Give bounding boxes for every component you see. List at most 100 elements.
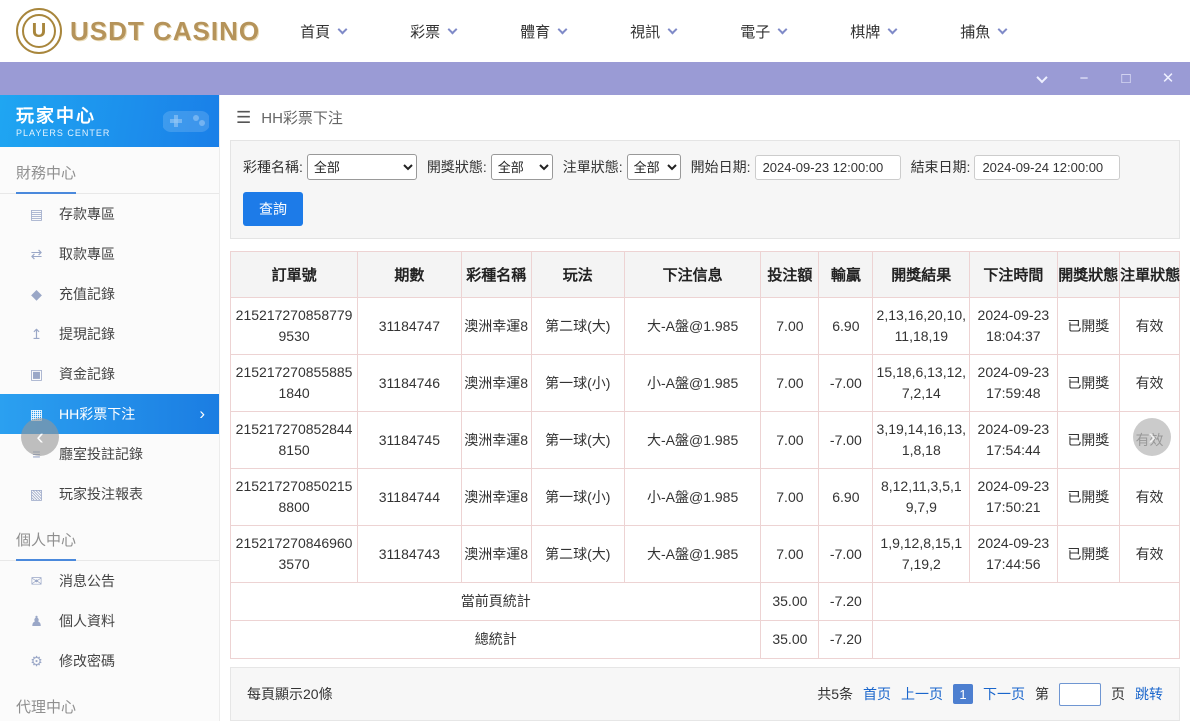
gamepad-icon xyxy=(163,106,209,136)
nav-item-home[interactable]: 首頁 xyxy=(300,21,346,42)
start-date-input[interactable] xyxy=(755,155,901,180)
prev-page-link[interactable]: 上一页 xyxy=(901,684,943,704)
column-header: 彩種名稱 xyxy=(461,252,531,298)
table-cell: -7.00 xyxy=(819,355,873,412)
sidebar-item-profile[interactable]: ♟個人資料 xyxy=(0,601,219,641)
sidebar-item-label: 資金記錄 xyxy=(59,364,115,384)
nav-item-sports[interactable]: 體育 xyxy=(520,21,566,42)
sidebar-item-withdraw-zone[interactable]: ⇄取款專區 xyxy=(0,234,219,274)
sidebar-section-title: 代理中心 xyxy=(0,681,219,721)
current-page[interactable]: 1 xyxy=(953,684,973,704)
draw-status-select[interactable]: 全部 xyxy=(491,154,553,180)
collapse-sidebar-button[interactable]: ‹ xyxy=(21,418,59,456)
sidebar-item-deposit-zone[interactable]: ▤ 存款專區 xyxy=(0,194,219,234)
sidebar-item-label: 存款專區 xyxy=(59,204,115,224)
sidebar-section-title: 個人中心 xyxy=(0,514,219,561)
order-status-label: 注單狀態: xyxy=(563,157,623,177)
end-date-input[interactable] xyxy=(974,155,1120,180)
column-header: 下注時間 xyxy=(970,252,1057,298)
logo-icon: U xyxy=(16,8,62,54)
sidebar-item-label: 消息公告 xyxy=(59,571,115,591)
next-page-link[interactable]: 下一页 xyxy=(983,684,1025,704)
nav-item-fishing[interactable]: 捕魚 xyxy=(960,21,1006,42)
table-cell: 2024-09-23 17:50:21 xyxy=(970,469,1057,526)
nav-item-slots[interactable]: 電子 xyxy=(740,21,786,42)
table-cell: 第一球(小) xyxy=(531,469,624,526)
table-cell: 大-A盤@1.985 xyxy=(624,412,761,469)
page-title: HH彩票下注 xyxy=(261,107,343,128)
pagination: 共5条 首页 上一页 1 下一页 第 页 跳转 xyxy=(817,683,1163,706)
window-collapse-button[interactable] xyxy=(1034,71,1050,87)
jump-suffix: 页 xyxy=(1111,684,1125,704)
card-icon: ▤ xyxy=(28,206,45,223)
table-cell: 31184746 xyxy=(358,355,461,412)
table-cell: 大-A盤@1.985 xyxy=(624,298,761,355)
table-cell: 3,19,14,16,13,1,8,18 xyxy=(873,412,970,469)
nav-item-lottery[interactable]: 彩票 xyxy=(410,21,456,42)
column-header: 訂單號 xyxy=(231,252,358,298)
table-cell: 已開獎 xyxy=(1057,412,1120,469)
table-cell: 31184744 xyxy=(358,469,461,526)
table-cell: 已開獎 xyxy=(1057,469,1120,526)
top-header: U USDT CASINO 首頁 彩票 體育 視訊 電子 棋牌 捕魚 xyxy=(0,0,1190,62)
table-cell: 小-A盤@1.985 xyxy=(624,469,761,526)
first-page-link[interactable]: 首页 xyxy=(863,684,891,704)
sidebar-item-label: 廳室投註記錄 xyxy=(59,444,143,464)
column-header: 期數 xyxy=(358,252,461,298)
sidebar-item-label: HH彩票下注 xyxy=(59,404,135,424)
column-header: 輸贏 xyxy=(819,252,873,298)
sidebar-item-change-password[interactable]: ⚙修改密碼 xyxy=(0,641,219,681)
chevron-down-icon xyxy=(1036,71,1047,82)
jump-button[interactable]: 跳转 xyxy=(1135,684,1163,704)
sidebar-item-recharge-records[interactable]: ◆充值記錄 xyxy=(0,274,219,314)
table-cell: 第二球(大) xyxy=(531,298,624,355)
nav-item-label: 視訊 xyxy=(630,21,660,42)
nav-item-label: 電子 xyxy=(740,21,770,42)
table-cell: 6.90 xyxy=(819,298,873,355)
sidebar-item-withdrawal-records[interactable]: ↥提現記錄 xyxy=(0,314,219,354)
table-cell: 2152172708469603570 xyxy=(231,526,358,583)
order-status-select[interactable]: 全部 xyxy=(627,154,681,180)
nav-item-live-video[interactable]: 視訊 xyxy=(630,21,676,42)
close-button[interactable]: ✕ xyxy=(1160,71,1176,87)
summary-winloss-total: -7.20 xyxy=(819,583,873,621)
query-button[interactable]: 查詢 xyxy=(243,192,303,226)
report-icon: ▧ xyxy=(28,486,45,503)
sidebar-item-funds-records[interactable]: ▣資金記錄 xyxy=(0,354,219,394)
logo: U USDT CASINO xyxy=(16,8,260,54)
maximize-button[interactable]: □ xyxy=(1118,71,1134,87)
table-cell: 15,18,6,13,12,7,2,14 xyxy=(873,355,970,412)
sidebar-item-label: 個人資料 xyxy=(59,611,115,631)
table-cell: 31184747 xyxy=(358,298,461,355)
table-cell: 31184743 xyxy=(358,526,461,583)
chevron-down-icon xyxy=(668,24,678,34)
table-cell: 有效 xyxy=(1120,526,1180,583)
sidebar-item-player-bet-report[interactable]: ▧玩家投注報表 xyxy=(0,474,219,514)
table-cell: -7.00 xyxy=(819,412,873,469)
table-cell: 2024-09-23 17:59:48 xyxy=(970,355,1057,412)
table-cell: 澳洲幸運8 xyxy=(461,355,531,412)
total-count: 共5条 xyxy=(817,684,853,704)
column-header: 投注額 xyxy=(761,252,819,298)
table-row: 215217270852844815031184745澳洲幸運8第一球(大)大-… xyxy=(231,412,1180,469)
summary-bet-total: 35.00 xyxy=(761,621,819,659)
player-center-banner: 玩家中心 PLAYERS CENTER xyxy=(0,95,219,147)
column-header: 下注信息 xyxy=(624,252,761,298)
panel-scroll-button[interactable]: › xyxy=(1133,418,1171,456)
table-row: 215217270846960357031184743澳洲幸運8第二球(大)大-… xyxy=(231,526,1180,583)
sidebar: 玩家中心 PLAYERS CENTER 財務中心▤存款專區⇄取款專區◆充值記錄↥… xyxy=(0,95,220,721)
page-jump-input[interactable] xyxy=(1059,683,1101,706)
minimize-button[interactable]: − xyxy=(1076,71,1092,87)
breadcrumb: ☰ HH彩票下注 xyxy=(220,95,1190,140)
summary-bet-total: 35.00 xyxy=(761,583,819,621)
table-cell: 2152172708502158800 xyxy=(231,469,358,526)
summary-label: 當前頁統計 xyxy=(231,583,761,621)
table-cell: 有效 xyxy=(1120,469,1180,526)
table-cell: 已開獎 xyxy=(1057,355,1120,412)
lottery-name-select[interactable]: 全部 xyxy=(307,154,417,180)
table-cell: 有效 xyxy=(1120,298,1180,355)
table-cell: 2152172708587799530 xyxy=(231,298,358,355)
sidebar-item-messages[interactable]: ✉消息公告 xyxy=(0,561,219,601)
menu-icon[interactable]: ☰ xyxy=(236,108,251,128)
nav-item-chess[interactable]: 棋牌 xyxy=(850,21,896,42)
